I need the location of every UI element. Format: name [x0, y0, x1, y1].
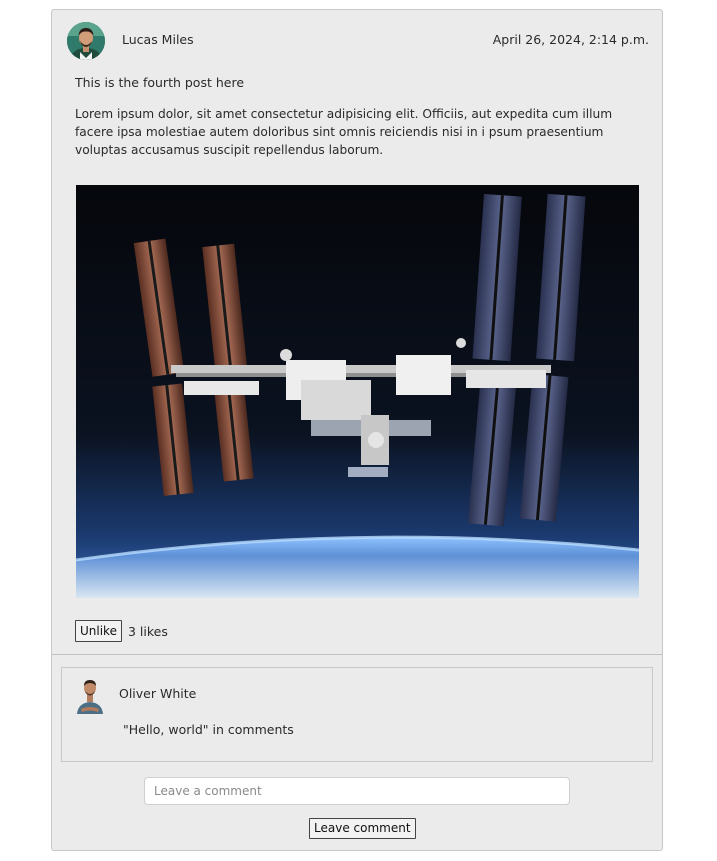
space-station-illustration [76, 185, 639, 598]
author-avatar[interactable] [67, 22, 105, 60]
post-header: Lucas Miles April 26, 2024, 2:14 p.m. [67, 22, 649, 60]
commenter-avatar-image [75, 676, 105, 714]
unlike-button[interactable]: Unlike [75, 620, 122, 642]
author-avatar-image [67, 22, 105, 60]
likes-count: 3 likes [128, 624, 168, 639]
comment-input[interactable] [144, 777, 570, 805]
leave-comment-button[interactable]: Leave comment [309, 818, 416, 839]
post-body: Lorem ipsum dolor, sit amet consectetur … [75, 107, 613, 157]
commenter-name[interactable]: Oliver White [119, 686, 196, 701]
post-card: Lucas Miles April 26, 2024, 2:14 p.m. Th… [51, 9, 663, 851]
section-divider [52, 654, 662, 655]
comment-item: Oliver White "Hello, world" in comments [61, 667, 653, 762]
post-image [76, 185, 639, 598]
post-timestamp: April 26, 2024, 2:14 p.m. [492, 32, 649, 47]
post-author-name[interactable]: Lucas Miles [122, 32, 194, 47]
commenter-avatar[interactable] [75, 676, 105, 714]
post-title: This is the fourth post here [75, 75, 245, 90]
comment-text: "Hello, world" in comments [123, 722, 294, 737]
